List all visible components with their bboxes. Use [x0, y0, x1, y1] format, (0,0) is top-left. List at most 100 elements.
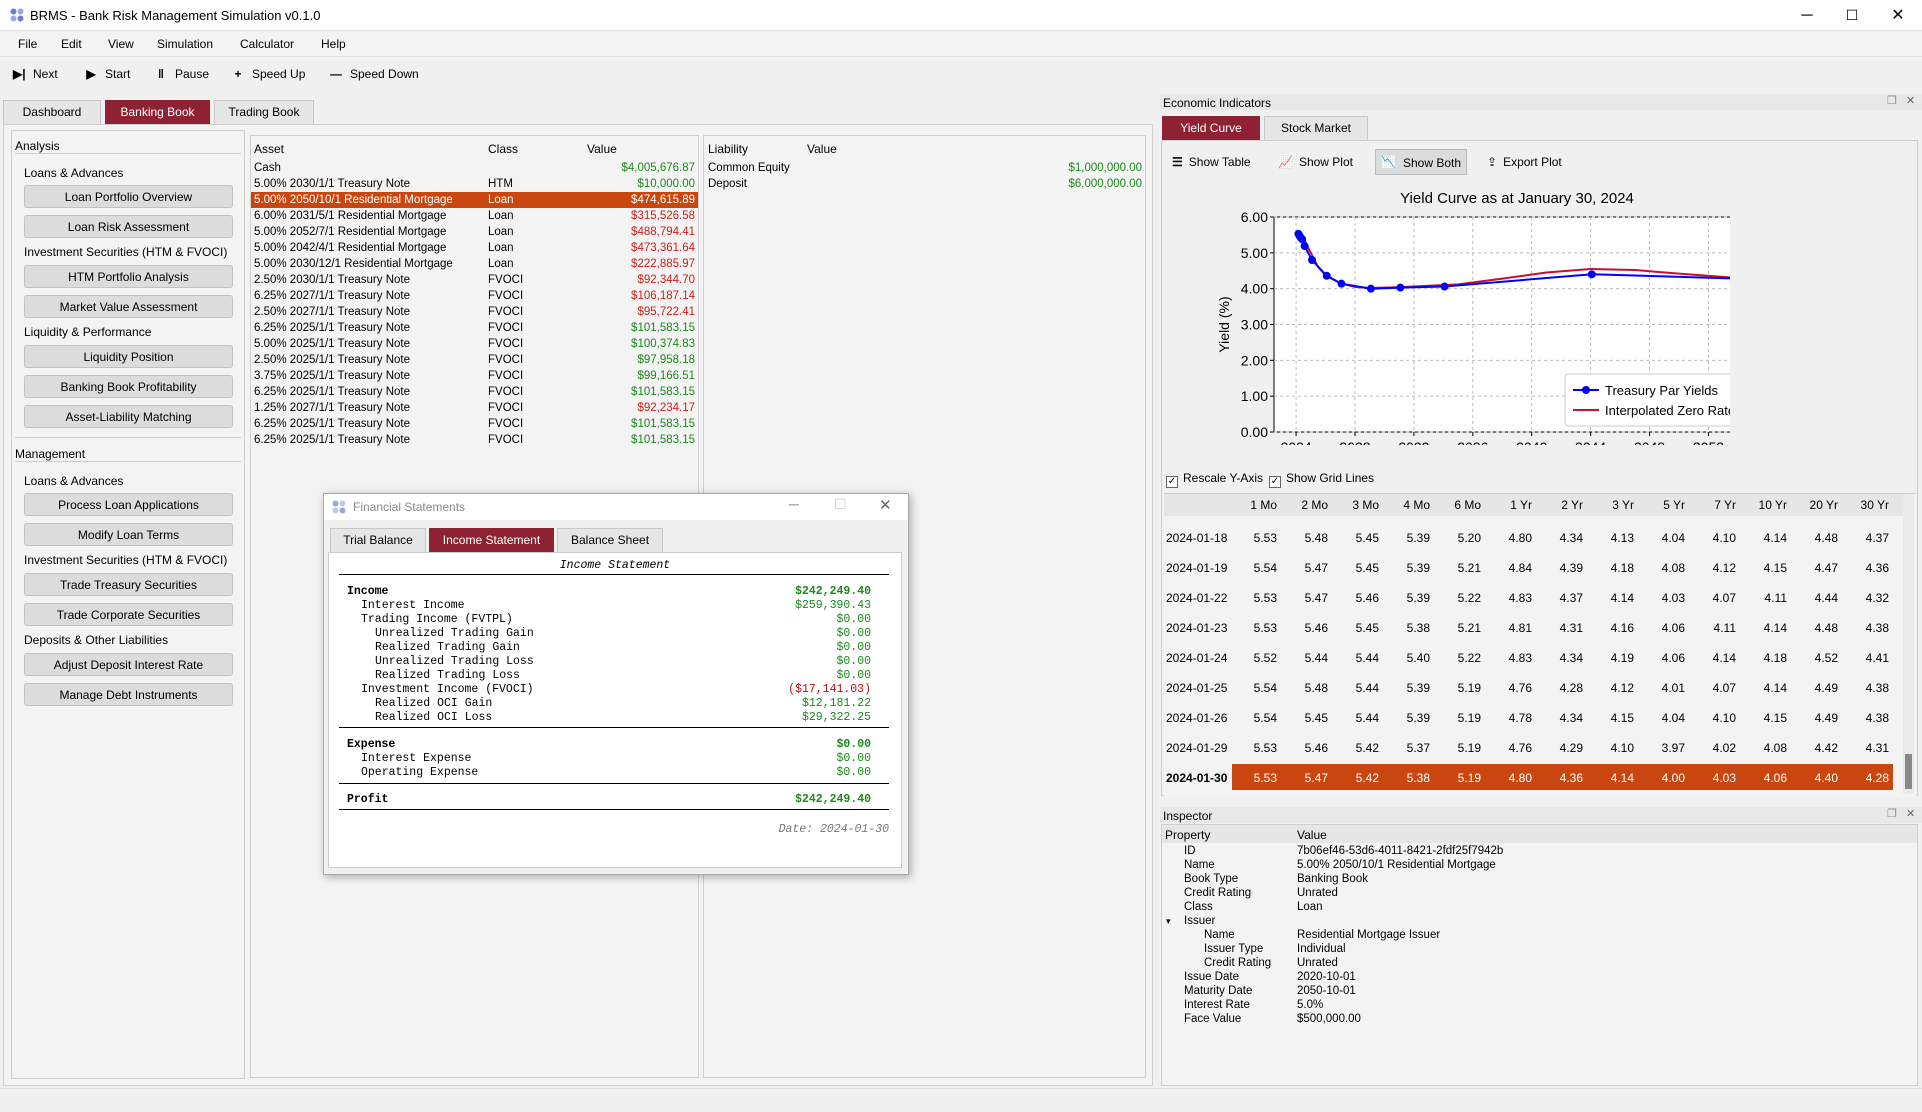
menu-file[interactable]: File	[18, 37, 37, 51]
scrollbar[interactable]	[1903, 494, 1914, 794]
asset-row[interactable]: 6.25% 2025/1/1 Treasury Note FVOCI $101,58…	[251, 384, 698, 400]
expand-arrow-icon[interactable]: ▾	[1166, 914, 1171, 928]
liability-value-column-header[interactable]: Value	[807, 142, 837, 156]
yield-column-header[interactable]: 1 Yr	[1487, 498, 1532, 512]
inspector-row[interactable]: Issuer Type Individual	[1162, 942, 1917, 956]
tab-yield-curve[interactable]: Yield Curve	[1162, 116, 1260, 140]
undock-icon[interactable]: ❐	[1887, 94, 1897, 107]
speed-up-button[interactable]: + Speed Up	[232, 67, 305, 81]
loan-portfolio-overview-button[interactable]: Loan Portfolio Overview	[24, 185, 233, 208]
asset-row[interactable]: 5.00% 2042/4/1 Residential Mortgage Loan $…	[251, 240, 698, 256]
yield-table-row[interactable]: 2024-01-23 5.53 5.46 5.45 5.38 5.21 4.81 4.31 4.…	[1164, 614, 1904, 642]
liquidity-position-button[interactable]: Liquidity Position	[24, 345, 233, 368]
trade-treasury-securities-button[interactable]: Trade Treasury Securities	[24, 573, 233, 596]
yield-column-header[interactable]: 4 Mo	[1385, 498, 1430, 512]
maximize-button[interactable]: ☐	[1830, 0, 1874, 31]
yield-column-header[interactable]: 2 Mo	[1283, 498, 1328, 512]
asset-row[interactable]: 6.25% 2025/1/1 Treasury Note FVOCI $101,58…	[251, 320, 698, 336]
yield-table-row[interactable]: 2024-01-26 5.54 5.45 5.44 5.39 5.19 4.78 4.34 4.…	[1164, 704, 1904, 732]
modify-loan-terms-button[interactable]: Modify Loan Terms	[24, 523, 233, 546]
yield-column-header[interactable]: 3 Mo	[1334, 498, 1379, 512]
tab-stock-market[interactable]: Stock Market	[1264, 116, 1368, 140]
next-button[interactable]: ▶| Next	[13, 67, 58, 81]
export-plot-button[interactable]: ⇪ Export Plot	[1487, 155, 1562, 169]
trade-corporate-securities-button[interactable]: Trade Corporate Securities	[24, 603, 233, 626]
yield-column-header[interactable]: 7 Yr	[1691, 498, 1736, 512]
yield-table-row[interactable]: 2024-01-22 5.53 5.47 5.46 5.39 5.22 4.83 4.37 4.…	[1164, 584, 1904, 612]
yield-table-row[interactable]: 2024-01-24 5.52 5.44 5.44 5.40 5.22 4.83 4.34 4.…	[1164, 644, 1904, 672]
class-column-header[interactable]: Class	[488, 142, 518, 156]
yield-column-header[interactable]: 2 Yr	[1538, 498, 1583, 512]
yield-table-row[interactable]: 2024-01-19 5.54 5.47 5.45 5.39 5.21 4.84 4.39 4.…	[1164, 554, 1904, 582]
yield-table-row[interactable]: 2024-01-29 5.53 5.46 5.42 5.37 5.19 4.76 4.29 4.…	[1164, 734, 1904, 762]
menu-edit[interactable]: Edit	[61, 37, 82, 51]
asset-row[interactable]: 6.00% 2031/5/1 Residential Mortgage Loan $…	[251, 208, 698, 224]
asset-row[interactable]: 5.00% 2025/1/1 Treasury Note FVOCI $100,37…	[251, 336, 698, 352]
asset-row[interactable]: 3.75% 2025/1/1 Treasury Note FVOCI $99,166…	[251, 368, 698, 384]
asset-row[interactable]: 6.25% 2027/1/1 Treasury Note FVOCI $106,18…	[251, 288, 698, 304]
start-button[interactable]: ▶ Start	[85, 67, 130, 81]
menu-simulation[interactable]: Simulation	[157, 37, 213, 51]
speed-down-button[interactable]: — Speed Down	[330, 67, 419, 81]
close-icon[interactable]: ✕	[1906, 94, 1915, 107]
inspector-row[interactable]: Name Residential Mortgage Issuer	[1162, 928, 1917, 942]
gridlines-checkbox[interactable]: ✓ Show Grid Lines	[1269, 471, 1374, 488]
inspector-row[interactable]: Credit Rating Unrated	[1162, 956, 1917, 970]
asset-row[interactable]: 5.00% 2050/10/1 Residential Mortgage Loan…	[251, 192, 698, 208]
tab-banking-book[interactable]: Banking Book	[105, 100, 210, 124]
asset-row[interactable]: 5.00% 2030/1/1 Treasury Note HTM $10,000.0…	[251, 176, 698, 192]
minimize-button[interactable]: ─	[1785, 0, 1829, 31]
inspector-row[interactable]: ▾ Issuer	[1162, 914, 1917, 928]
yield-column-header[interactable]: 1 Mo	[1232, 498, 1277, 512]
yield-column-header[interactable]: 10 Yr	[1742, 498, 1787, 512]
asset-column-header[interactable]: Asset	[254, 142, 284, 156]
liability-row[interactable]: Common Equity $1,000,000.00	[704, 160, 1145, 176]
adjust-deposit-rate-button[interactable]: Adjust Deposit Interest Rate	[24, 653, 233, 676]
yield-table-row[interactable]: 2024-01-18 5.53 5.48 5.45 5.39 5.20 4.80 4.34 4.…	[1164, 524, 1904, 552]
asset-row[interactable]: 2.50% 2030/1/1 Treasury Note FVOCI $92,344…	[251, 272, 698, 288]
menu-calculator[interactable]: Calculator	[240, 37, 294, 51]
yield-table-row[interactable]: 2024-01-25 5.54 5.48 5.44 5.39 5.19 4.76 4.28 4.…	[1164, 674, 1904, 702]
inspector-row[interactable]: Issue Date 2020-10-01	[1162, 970, 1917, 984]
inspector-row[interactable]: Face Value $500,000.00	[1162, 1012, 1917, 1026]
yield-table-row[interactable]: 2024-01-30 5.53 5.47 5.42 5.38 5.19 4.80 4.36 4.…	[1164, 764, 1904, 792]
inspector-row[interactable]: Class Loan	[1162, 900, 1917, 914]
process-loan-applications-button[interactable]: Process Loan Applications	[24, 493, 233, 516]
inspector-row[interactable]: Name 5.00% 2050/10/1 Residential Mortgage	[1162, 858, 1917, 872]
yield-column-header[interactable]: 20 Yr	[1793, 498, 1838, 512]
dialog-minimize-button[interactable]: ─	[789, 496, 799, 512]
tab-trading-book[interactable]: Trading Book	[214, 100, 314, 124]
asset-row[interactable]: 5.00% 2052/7/1 Residential Mortgage Loan $…	[251, 224, 698, 240]
asset-liability-matching-button[interactable]: Asset-Liability Matching	[24, 405, 233, 428]
tab-income-statement[interactable]: Income Statement	[429, 528, 554, 552]
pause-button[interactable]: ‖ Pause	[155, 67, 209, 81]
yield-column-header[interactable]: 3 Yr	[1589, 498, 1634, 512]
manage-debt-instruments-button[interactable]: Manage Debt Instruments	[24, 683, 233, 706]
asset-row[interactable]: 1.25% 2027/1/1 Treasury Note FVOCI $92,234…	[251, 400, 698, 416]
menu-help[interactable]: Help	[321, 37, 346, 51]
htm-portfolio-analysis-button[interactable]: HTM Portfolio Analysis	[24, 265, 233, 288]
undock-icon[interactable]: ❐	[1887, 807, 1897, 820]
value-column-header[interactable]: Value	[587, 142, 617, 156]
loan-risk-assessment-button[interactable]: Loan Risk Assessment	[24, 215, 233, 238]
yield-column-header[interactable]: 5 Yr	[1640, 498, 1685, 512]
tab-balance-sheet[interactable]: Balance Sheet	[557, 528, 663, 552]
asset-row[interactable]: Cash $4,005,676.87	[251, 160, 698, 176]
dialog-close-button[interactable]: ✕	[879, 496, 892, 514]
tab-trial-balance[interactable]: Trial Balance	[330, 528, 426, 552]
inspector-row[interactable]: Credit Rating Unrated	[1162, 886, 1917, 900]
close-button[interactable]: ✕	[1876, 0, 1920, 31]
asset-row[interactable]: 2.50% 2025/1/1 Treasury Note FVOCI $97,958…	[251, 352, 698, 368]
show-table-button[interactable]: ☰ Show Table	[1172, 155, 1251, 169]
property-column-header[interactable]: Property	[1165, 828, 1210, 842]
inspector-row[interactable]: Maturity Date 2050-10-01	[1162, 984, 1917, 998]
liability-column-header[interactable]: Liability	[708, 142, 748, 156]
yield-column-header[interactable]: 6 Mo	[1436, 498, 1481, 512]
asset-row[interactable]: 6.25% 2025/1/1 Treasury Note FVOCI $101,58…	[251, 432, 698, 448]
value-column-header[interactable]: Value	[1297, 828, 1327, 842]
yield-column-header[interactable]: 30 Yr	[1844, 498, 1889, 512]
inspector-row[interactable]: Interest Rate 5.0%	[1162, 998, 1917, 1012]
banking-book-profitability-button[interactable]: Banking Book Profitability	[24, 375, 233, 398]
inspector-row[interactable]: ID 7b06ef46-53d6-4011-8421-2fdf25f7942b	[1162, 844, 1917, 858]
menu-view[interactable]: View	[108, 37, 134, 51]
